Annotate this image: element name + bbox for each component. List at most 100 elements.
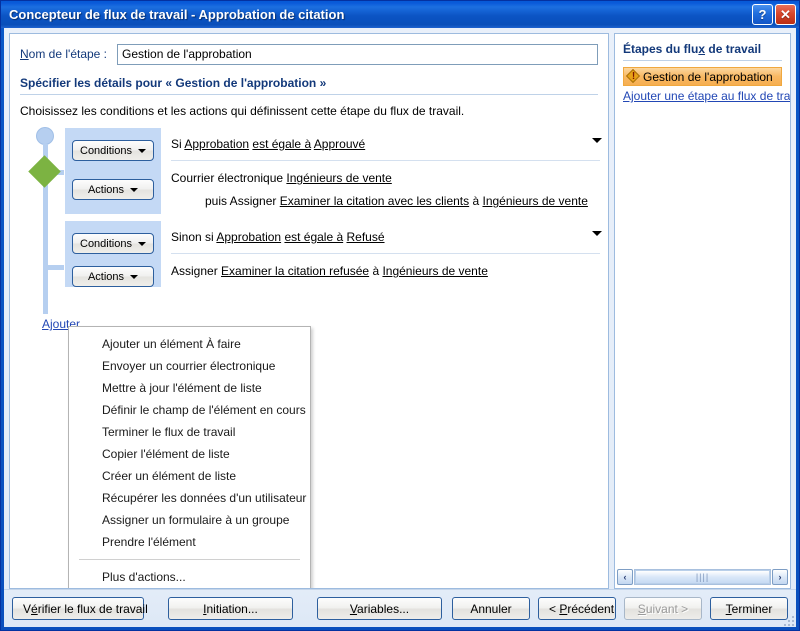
next-accel: S (637, 601, 646, 616)
branch-1-options-caret-icon[interactable] (592, 138, 602, 143)
sidebar-item-label: Gestion de l'approbation (643, 69, 773, 84)
verify-prefix: V (23, 601, 32, 616)
step-name-input[interactable] (117, 43, 598, 65)
cancel-button[interactable]: Annuler (452, 597, 530, 620)
condition-field-2[interactable]: Approbation (216, 230, 281, 244)
branch-2-action-task[interactable]: Examiner la citation refusée (221, 264, 369, 278)
action-2-mid: à (469, 194, 483, 209)
branch-1-action-line-2: puis Assigner Examiner la citation avec … (171, 193, 588, 209)
conditions-dropdown-button-1[interactable]: Conditions (72, 140, 154, 161)
step-details-panel: Nom de l'étape : Spécifier les détails p… (9, 33, 609, 589)
action-2-task[interactable]: Examiner la citation avec les clients (280, 194, 469, 208)
help-button[interactable]: ? (752, 4, 773, 25)
actions-button-label-1: Actions (87, 183, 125, 196)
scroll-right-button[interactable]: › (772, 569, 788, 585)
workflow-steps-sidebar: Étapes du flux de travail ! Gestion de l… (614, 33, 791, 589)
branch-2-action-target[interactable]: Ingénieurs de vente (382, 264, 487, 278)
step-name-row: Nom de l'étape : (20, 43, 598, 65)
chevron-down-icon (137, 148, 146, 153)
condition-field-1[interactable]: Approbation (184, 137, 249, 151)
scroll-track[interactable]: |||| (634, 569, 771, 585)
title-bar: Concepteur de flux de travail - Approbat… (1, 1, 799, 28)
next-button: Suivant > (624, 597, 702, 620)
actions-dropdown-button-2[interactable]: Actions (72, 266, 154, 287)
sidebar-item-gestion-approbation[interactable]: ! Gestion de l'approbation (623, 67, 782, 86)
menu-item-more-actions[interactable]: Plus d'actions... (69, 566, 310, 588)
sidebar-title: Étapes du flux de travail (623, 42, 782, 61)
branch-2-options-caret-icon[interactable] (592, 231, 602, 236)
footer-button-bar: Vérifier le flux de travail Initiation..… (4, 589, 796, 627)
condition-value-1[interactable]: Approuvé (314, 137, 365, 151)
menu-separator (79, 559, 300, 560)
condition-operator-1[interactable]: est égale à (252, 137, 311, 151)
previous-button[interactable]: < Précédent (538, 597, 616, 620)
variables-button[interactable]: Variables... (317, 597, 442, 620)
step-name-label: Nom de l'étape : (20, 47, 107, 61)
window-title: Concepteur de flux de travail - Approbat… (9, 7, 345, 22)
action-1-target[interactable]: Ingénieurs de vente (286, 171, 391, 185)
verify-accel: é (31, 601, 38, 616)
menu-item-stop-workflow[interactable]: Terminer le flux de travail (69, 421, 310, 443)
chevron-down-icon (137, 241, 146, 246)
previous-prefix: < (549, 601, 560, 616)
condition-value-2[interactable]: Refusé (347, 230, 385, 244)
menu-item-update-list-item[interactable]: Mettre à jour l'élément de liste (69, 377, 310, 399)
chevron-down-icon (130, 187, 139, 192)
body-row: Nom de l'étape : Spécifier les détails p… (4, 28, 796, 589)
branch-2-action-statement: Assigner Examiner la citation refusée à … (161, 254, 608, 279)
branch-block-2: Conditions Actions Sinon si Approbation … (64, 220, 608, 288)
action-2-prefix: puis Assigner (205, 194, 280, 209)
branch-2-action-mid: à (369, 264, 383, 279)
conditions-button-label-1: Conditions (80, 144, 132, 157)
menu-item-create-list-item[interactable]: Créer un élément de liste (69, 465, 310, 487)
step-details-inner: Nom de l'étape : Spécifier les détails p… (10, 34, 608, 588)
variables-accel: V (349, 601, 358, 616)
branch-1-condition-statement: Si Approbation est égale à Approuvé (161, 128, 608, 152)
actions-dropdown-button-1[interactable]: Actions (72, 179, 154, 200)
sidebar-title-suffix: de travail (705, 42, 762, 56)
decision-diamond-icon (28, 155, 61, 188)
branch-1-statements: Si Approbation est égale à Approuvé Cour… (161, 128, 608, 214)
actions-button-label-2: Actions (87, 270, 125, 283)
conditions-button-label-2: Conditions (80, 237, 132, 250)
action-2-target[interactable]: Ingénieurs de vente (482, 194, 587, 208)
menu-item-check-out-item[interactable]: Prendre l'élément (69, 531, 310, 553)
branch-2-action-prefix: Assigner (171, 264, 222, 279)
sidebar-horizontal-scrollbar[interactable]: ‹ |||| › (615, 568, 790, 588)
conditions-dropdown-button-2[interactable]: Conditions (72, 233, 154, 254)
workflow-designer-window: Concepteur de flux de travail - Approbat… (0, 0, 800, 631)
sidebar-title-prefix: Étapes du flu (623, 42, 699, 56)
warning-icon: ! (625, 68, 641, 84)
step-name-label-rest: om de l'étape : (28, 47, 108, 61)
scroll-thumb[interactable]: |||| (635, 570, 770, 584)
initiation-button[interactable]: Initiation... (168, 597, 293, 620)
initiation-suffix: nitiation... (206, 601, 258, 616)
add-workflow-step-link[interactable]: Ajouter une étape au flux de travail (623, 89, 790, 103)
chevron-down-icon (130, 274, 139, 279)
condition-operator-2[interactable]: est égale à (284, 230, 343, 244)
menu-item-add-todo[interactable]: Ajouter un élément À faire (69, 333, 310, 355)
action-1-prefix: Courrier électronique (171, 171, 287, 186)
resize-grip[interactable] (782, 614, 794, 626)
menu-item-collect-user-data[interactable]: Récupérer les données d'un utilisateur (69, 487, 310, 509)
close-button[interactable]: ✕ (775, 4, 796, 25)
menu-item-set-field-current-item[interactable]: Définir le champ de l'élément en cours (69, 399, 310, 421)
verify-workflow-button[interactable]: Vérifier le flux de travail (12, 597, 148, 620)
scroll-left-button[interactable]: ‹ (617, 569, 633, 585)
section-description: Choisissez les conditions et les actions… (20, 104, 465, 118)
section-title: Spécifier les détails pour « Gestion de … (20, 76, 598, 95)
branch-1-action-statement: Courrier électronique Ingénieurs de vent… (161, 161, 608, 209)
start-node-icon (36, 127, 54, 145)
variables-suffix: ariables... (357, 601, 410, 616)
menu-item-assign-form-to-group[interactable]: Assigner un formulaire à un groupe (69, 509, 310, 531)
actions-context-menu: Ajouter un élément À faire Envoyer un co… (68, 326, 311, 588)
step-name-label-accel: N (20, 47, 29, 61)
menu-item-copy-list-item[interactable]: Copier l'élément de liste (69, 443, 310, 465)
finish-suffix: erminer (731, 601, 773, 616)
branch-1-button-band: Conditions Actions (65, 128, 161, 214)
menu-item-send-email[interactable]: Envoyer un courrier électronique (69, 355, 310, 377)
condition-prefix-1: Si (171, 137, 185, 151)
finish-button[interactable]: Terminer (710, 597, 788, 620)
condition-prefix-2: Sinon si (171, 230, 217, 244)
branch-2-statements: Sinon si Approbation est égale à Refusé … (161, 221, 608, 287)
